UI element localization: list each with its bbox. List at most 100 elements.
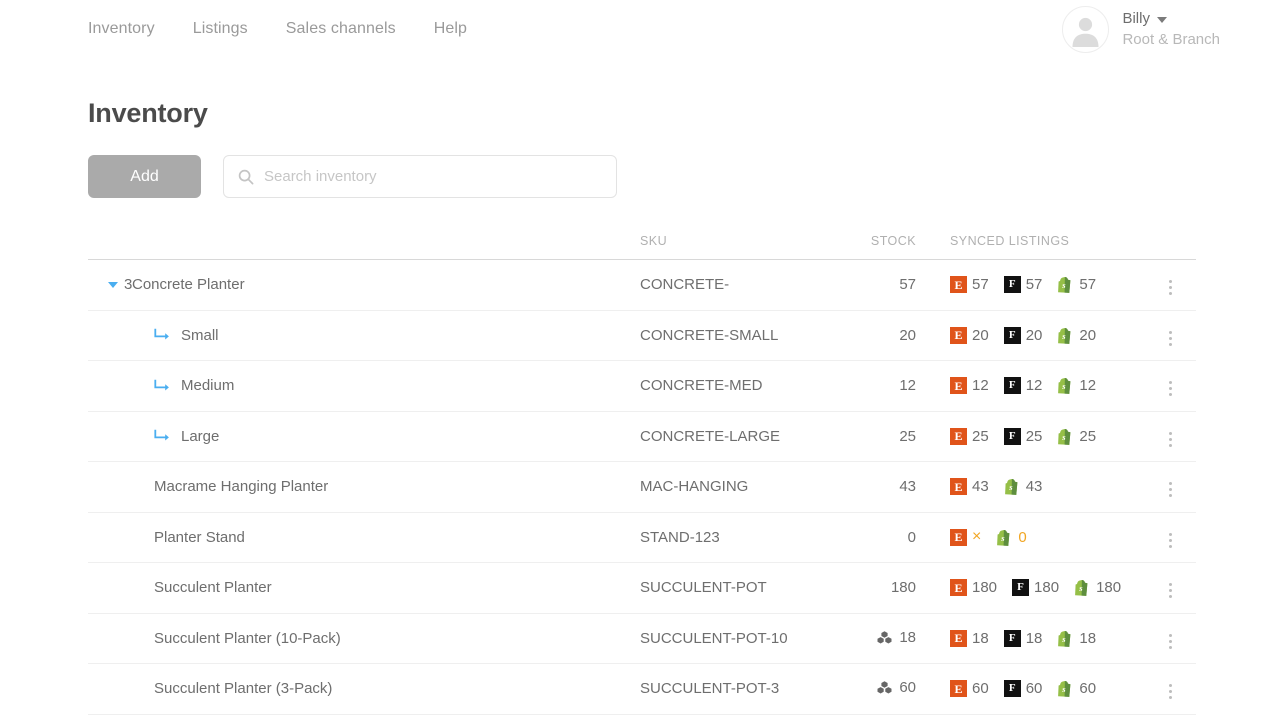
- table-row[interactable]: Small CONCRETE-SMALL20 E20 F20 s20: [88, 310, 1196, 361]
- row-menu-button[interactable]: [1163, 276, 1178, 299]
- cell-sku: SUCCULENT-POT: [640, 563, 836, 614]
- page-body: Inventory Add SKU STOCK SYNCED LISTINGS …: [0, 98, 1280, 715]
- table-row[interactable]: Planter StandSTAND-1230E×s0: [88, 512, 1196, 563]
- cell-product-name: Succulent Planter (10-Pack): [88, 613, 640, 664]
- row-menu-button[interactable]: [1163, 579, 1178, 602]
- cell-actions: [1138, 563, 1196, 614]
- cell-actions: [1138, 613, 1196, 664]
- column-header-synced-listings: SYNCED LISTINGS: [916, 234, 1138, 260]
- faire-icon: F: [1004, 630, 1021, 647]
- stock-value: 12: [899, 377, 916, 394]
- svg-text:s: s: [1001, 533, 1006, 543]
- primary-nav: Inventory Listings Sales channels Help: [88, 20, 467, 38]
- table-body: 3Concrete PlanterCONCRETE-57E57F57s57Sma…: [88, 260, 1196, 715]
- listing-count: 180: [1034, 579, 1059, 596]
- cell-sku: SUCCULENT-POT-3: [640, 664, 836, 715]
- listing-badge[interactable]: s43: [1004, 478, 1043, 495]
- product-name: Planter Stand: [154, 529, 245, 546]
- cell-actions: [1138, 361, 1196, 412]
- nav-item-listings[interactable]: Listings: [193, 20, 248, 38]
- product-name: Succulent Planter (3-Pack): [154, 680, 332, 697]
- search-box[interactable]: [223, 155, 617, 198]
- etsy-icon: E: [950, 276, 967, 293]
- cell-stock: 20: [836, 310, 916, 361]
- chevron-down-icon[interactable]: [1157, 17, 1167, 23]
- table-row[interactable]: MediumCONCRETE-MED12E12F12s12: [88, 361, 1196, 412]
- listing-badge[interactable]: E20: [950, 327, 989, 344]
- row-menu-button[interactable]: [1163, 327, 1178, 350]
- etsy-icon: E: [950, 327, 967, 344]
- listing-count: 12: [972, 377, 989, 394]
- row-menu-button[interactable]: [1163, 478, 1178, 501]
- listing-badge[interactable]: F 18: [1004, 630, 1043, 647]
- svg-text:s: s: [1062, 280, 1067, 290]
- table-row[interactable]: Succulent Planter (3-Pack) SUCCULENT-POT-…: [88, 664, 1196, 715]
- cell-sku: CONCRETE-SMALL: [640, 310, 836, 361]
- listing-badge[interactable]: s180: [1074, 579, 1121, 596]
- listing-badge[interactable]: E25: [950, 428, 989, 445]
- listing-badge[interactable]: F25: [1004, 428, 1043, 445]
- column-header-actions: [1138, 234, 1196, 260]
- etsy-icon: E: [950, 630, 967, 647]
- stock-value: 43: [899, 478, 916, 495]
- product-name: Succulent Planter (10-Pack): [154, 630, 341, 647]
- table-header: SKU STOCK SYNCED LISTINGS: [88, 234, 1196, 260]
- expand-toggle[interactable]: 3: [88, 276, 132, 293]
- nav-item-sales-channels[interactable]: Sales channels: [286, 20, 396, 38]
- listing-badge[interactable]: E 57: [950, 276, 989, 293]
- listing-count: 12: [1079, 377, 1096, 394]
- listing-badge[interactable]: F20: [1004, 327, 1043, 344]
- table-row[interactable]: LargeCONCRETE-LARGE25E25F25s25: [88, 411, 1196, 462]
- cell-stock: 57: [836, 260, 916, 311]
- nav-item-help[interactable]: Help: [434, 20, 467, 38]
- listing-badge[interactable]: s57: [1057, 276, 1096, 293]
- listing-badge[interactable]: s0: [996, 529, 1026, 546]
- listing-badge[interactable]: E60: [950, 680, 989, 697]
- table-row[interactable]: Macrame Hanging PlanterMAC-HANGING43E43s…: [88, 462, 1196, 513]
- listing-badge[interactable]: E180: [950, 579, 997, 596]
- add-button[interactable]: Add: [88, 155, 201, 198]
- cell-sku: MAC-HANGING: [640, 462, 836, 513]
- cell-actions: [1138, 512, 1196, 563]
- listing-badge[interactable]: F60: [1004, 680, 1043, 697]
- table-row[interactable]: Succulent Planter (10-Pack)SUCCULENT-POT…: [88, 613, 1196, 664]
- listing-count: 25: [972, 428, 989, 445]
- inventory-table: SKU STOCK SYNCED LISTINGS 3Concrete Plan…: [88, 234, 1196, 715]
- table-row[interactable]: Succulent PlanterSUCCULENT-POT180E180F18…: [88, 563, 1196, 614]
- table-row[interactable]: 3Concrete PlanterCONCRETE-57E57F57s57: [88, 260, 1196, 311]
- account-menu[interactable]: Billy Root & Branch: [1062, 6, 1220, 53]
- row-menu-button[interactable]: [1163, 529, 1178, 552]
- listing-count: 18: [972, 630, 989, 647]
- shopify-icon: s: [1057, 327, 1074, 344]
- listing-badge[interactable]: s60: [1057, 680, 1096, 697]
- etsy-icon: E: [950, 529, 967, 546]
- listing-count: 18: [1026, 630, 1043, 647]
- row-menu-button[interactable]: [1163, 630, 1178, 653]
- listing-badge[interactable]: s12: [1057, 377, 1096, 394]
- row-menu-button[interactable]: [1163, 680, 1178, 703]
- cell-actions: [1138, 310, 1196, 361]
- cell-synced-listings: E12 F12 s12: [916, 361, 1138, 412]
- listing-badge[interactable]: s18: [1057, 630, 1096, 647]
- listing-badge[interactable]: E×: [950, 529, 981, 546]
- listing-badge[interactable]: F180: [1012, 579, 1059, 596]
- listing-badge[interactable]: F12: [1004, 377, 1043, 394]
- nav-item-inventory[interactable]: Inventory: [88, 20, 155, 38]
- listing-badge[interactable]: F57: [1004, 276, 1043, 293]
- triangle-down-icon: [108, 282, 118, 288]
- variant-name: Small: [181, 327, 219, 344]
- row-menu-button[interactable]: [1163, 428, 1178, 451]
- listing-count: 57: [972, 276, 989, 293]
- listing-badge[interactable]: s25: [1057, 428, 1096, 445]
- row-menu-button[interactable]: [1163, 377, 1178, 400]
- cell-synced-listings: E 57 F57 s57: [916, 260, 1138, 311]
- search-input[interactable]: [224, 156, 616, 197]
- listing-badge[interactable]: E 18: [950, 630, 989, 647]
- svg-text:s: s: [1008, 482, 1013, 492]
- stock-value: 60: [899, 679, 916, 696]
- listing-badge[interactable]: s20: [1057, 327, 1096, 344]
- listing-badge[interactable]: E43: [950, 478, 989, 495]
- listing-count: 12: [1026, 377, 1043, 394]
- listing-badge[interactable]: E12: [950, 377, 989, 394]
- cell-product-name: Medium: [88, 361, 640, 412]
